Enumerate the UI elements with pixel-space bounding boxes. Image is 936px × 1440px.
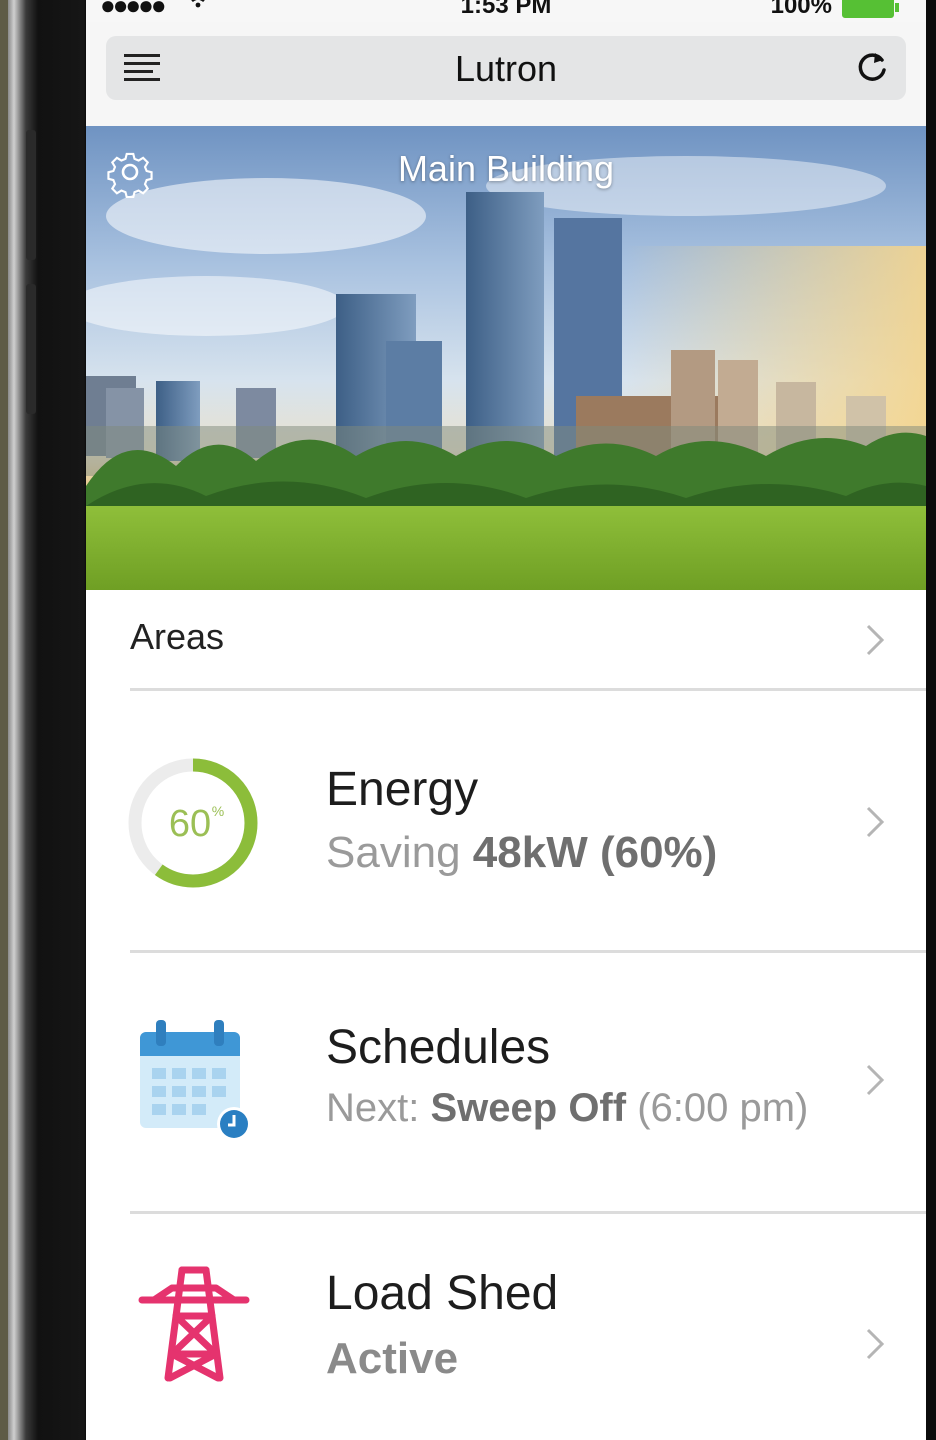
battery-icon <box>842 0 899 18</box>
chevron-right-icon <box>862 802 888 842</box>
refresh-icon[interactable] <box>852 48 892 88</box>
building-name: Main Building <box>397 148 615 189</box>
energy-saving-value: 48kW (60%) <box>472 828 718 877</box>
load-shed-status-value: Active <box>326 1334 459 1383</box>
areas-label: Areas <box>130 616 225 657</box>
energy-gauge-value: 60 <box>169 803 211 845</box>
app-screen: ●●●●● 1:53 PM 100% Lutron Main Building … <box>86 0 926 1440</box>
schedules-row[interactable]: Schedules Next: Sweep Off (6:00 pm) <box>86 952 926 1214</box>
building-hero-image: Main Building <box>86 126 926 590</box>
chevron-right-icon <box>862 620 888 660</box>
energy-savings-gauge: 60 % <box>126 756 260 890</box>
navigation-bar: Lutron <box>106 36 906 100</box>
next-event-time: (6:00 pm) <box>637 1086 809 1130</box>
nav-area: Lutron <box>86 22 926 126</box>
app-title: Lutron <box>454 48 558 89</box>
next-label: Next: <box>326 1086 420 1130</box>
battery-percentage: 100% <box>770 0 832 19</box>
chevron-right-icon <box>862 1324 888 1364</box>
schedules-subtitle: Next: Sweep Off (6:00 pm) <box>326 1086 808 1131</box>
load-shed-row[interactable]: Load Shed Active <box>86 1214 926 1440</box>
load-shed-title: Load Shed <box>326 1267 559 1320</box>
schedules-title: Schedules <box>326 1021 551 1074</box>
volume-down-button <box>26 284 36 414</box>
energy-title: Energy <box>326 763 479 816</box>
city-skyline-illustration <box>86 156 926 590</box>
energy-gauge-unit: % <box>212 803 224 819</box>
next-event-name: Sweep Off <box>430 1086 627 1130</box>
energy-row[interactable]: 60 % Energy Saving 48kW (60%) <box>86 690 926 952</box>
energy-saving-label: Saving <box>326 828 461 877</box>
status-bar: ●●●●● 1:53 PM 100% <box>86 0 926 22</box>
volume-up-button <box>26 130 36 260</box>
load-shed-status: Active <box>326 1334 458 1384</box>
power-tower-icon <box>138 1266 250 1382</box>
chevron-right-icon <box>862 1060 888 1100</box>
energy-subtitle: Saving 48kW (60%) <box>326 828 717 878</box>
calendar-icon <box>136 1018 262 1146</box>
areas-row[interactable]: Areas <box>86 590 926 690</box>
